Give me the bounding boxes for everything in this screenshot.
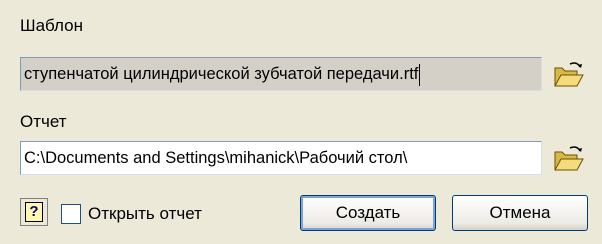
help-icon: ? [25, 202, 43, 222]
create-button[interactable]: Создать [300, 195, 436, 231]
report-path-field[interactable]: C:\Documents and Settings\mihanick\Рабоч… [20, 141, 542, 175]
open-report-checkbox[interactable] [61, 204, 81, 224]
open-folder-icon [554, 62, 584, 87]
open-report-label[interactable]: Открыть отчет [88, 204, 202, 224]
report-browse-button[interactable] [552, 144, 586, 174]
help-button[interactable]: ? [20, 198, 48, 226]
cancel-button[interactable]: Отмена [452, 195, 588, 231]
template-path-value: ступенчатой цилиндрической зубчатой пере… [24, 65, 419, 83]
report-label: Отчет [20, 112, 67, 131]
text-caret [419, 63, 421, 86]
report-path-value: C:\Documents and Settings\mihanick\Рабоч… [24, 149, 408, 167]
report-dialog: Шаблон ступенчатой цилиндрической зубчат… [0, 0, 602, 244]
template-label: Шаблон [20, 16, 83, 35]
template-path-field[interactable]: ступенчатой цилиндрической зубчатой пере… [20, 57, 542, 91]
open-folder-icon [554, 146, 584, 171]
template-browse-button[interactable] [552, 60, 586, 90]
